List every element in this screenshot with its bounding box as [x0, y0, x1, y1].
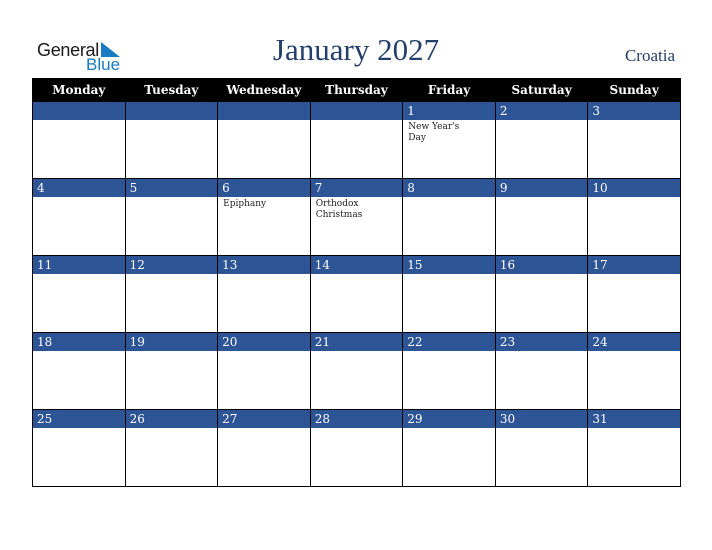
- week-row: 11 12 13 14 15 16 17: [32, 255, 681, 333]
- day-number: 23: [495, 333, 588, 351]
- day-cell: 19: [124, 332, 219, 410]
- day-cell: 12: [124, 255, 219, 333]
- day-number: 8: [403, 179, 495, 197]
- day-number: 6: [218, 179, 310, 197]
- day-cell: 8: [402, 178, 496, 256]
- weekday-header: Tuesday: [124, 78, 219, 102]
- day-number: 7: [310, 179, 403, 197]
- day-cell: 10: [587, 178, 681, 256]
- day-number: [218, 102, 310, 120]
- day-cell: 11: [32, 255, 126, 333]
- day-cell: 31: [587, 409, 681, 487]
- weekday-header: Monday: [32, 78, 126, 102]
- day-number: [125, 102, 218, 120]
- day-cell: 6 Epiphany: [217, 178, 311, 256]
- day-cell: 14: [309, 255, 404, 333]
- holiday-label: Orthodox Christmas: [315, 199, 363, 220]
- day-number: 2: [495, 102, 588, 120]
- day-number: [310, 102, 403, 120]
- weekday-header-row: Monday Tuesday Wednesday Thursday Friday…: [32, 78, 681, 102]
- day-cell: 5: [124, 178, 219, 256]
- empty-day-cell: [309, 101, 404, 179]
- day-number: 30: [495, 410, 588, 428]
- day-cell: 23: [494, 332, 589, 410]
- day-cell: 1 New Year's Day: [402, 101, 496, 179]
- day-number: 31: [588, 410, 680, 428]
- calendar-grid: Monday Tuesday Wednesday Thursday Friday…: [32, 78, 681, 487]
- day-number: 17: [588, 256, 680, 274]
- day-number: 22: [403, 333, 495, 351]
- day-number: [33, 102, 125, 120]
- day-number: 13: [218, 256, 310, 274]
- weekday-header: Saturday: [494, 78, 589, 102]
- day-cell: 2: [494, 101, 589, 179]
- day-cell: 26: [124, 409, 219, 487]
- day-cell: 18: [32, 332, 126, 410]
- day-cell: 28: [309, 409, 404, 487]
- calendar-title: January 2027: [272, 32, 440, 67]
- day-number: 5: [125, 179, 218, 197]
- day-number: 21: [310, 333, 403, 351]
- day-number: 16: [495, 256, 588, 274]
- weekday-header: Wednesday: [217, 78, 311, 102]
- week-row: 4 5 6 Epiphany 7 Orthodox Christmas 8 9 10: [32, 178, 681, 256]
- holiday-label: Epiphany: [223, 199, 267, 209]
- day-cell: 22: [402, 332, 496, 410]
- day-number: 24: [588, 333, 680, 351]
- day-cell: 27: [217, 409, 311, 487]
- day-number: 9: [495, 179, 588, 197]
- day-cell: 21: [309, 332, 404, 410]
- day-number: 15: [403, 256, 495, 274]
- day-number: 28: [310, 410, 403, 428]
- day-cell: 3: [587, 101, 681, 179]
- empty-day-cell: [32, 101, 126, 179]
- day-number: 27: [218, 410, 310, 428]
- weekday-header: Friday: [402, 78, 496, 102]
- day-number: 25: [33, 410, 125, 428]
- day-cell: 7 Orthodox Christmas: [309, 178, 404, 256]
- weekday-header: Sunday: [587, 78, 681, 102]
- day-number: 19: [125, 333, 218, 351]
- country-label: Croatia: [624, 46, 675, 65]
- day-number: 14: [310, 256, 403, 274]
- day-cell: 30: [494, 409, 589, 487]
- day-number: 1: [403, 102, 495, 120]
- empty-day-cell: [217, 101, 311, 179]
- day-number: 3: [588, 102, 680, 120]
- weekday-header: Thursday: [309, 78, 404, 102]
- day-cell: 25: [32, 409, 126, 487]
- day-number: 26: [125, 410, 218, 428]
- day-cell: 29: [402, 409, 496, 487]
- day-cell: 4: [32, 178, 126, 256]
- day-cell: 15: [402, 255, 496, 333]
- empty-day-cell: [124, 101, 219, 179]
- day-number: 10: [588, 179, 680, 197]
- day-cell: 13: [217, 255, 311, 333]
- day-cell: 16: [494, 255, 589, 333]
- day-number: 12: [125, 256, 218, 274]
- holiday-label: New Year's Day: [408, 122, 460, 143]
- week-row: 25 26 27 28 29 30 31: [32, 409, 681, 487]
- day-cell: 9: [494, 178, 589, 256]
- day-cell: 20: [217, 332, 311, 410]
- day-number: 11: [33, 256, 125, 274]
- day-cell: 24: [587, 332, 681, 410]
- day-cell: 17: [587, 255, 681, 333]
- week-row: 1 New Year's Day 2 3: [32, 101, 681, 179]
- week-row: 18 19 20 21 22 23 24: [32, 332, 681, 410]
- day-number: 20: [218, 333, 310, 351]
- day-number: 18: [33, 333, 125, 351]
- day-number: 29: [403, 410, 495, 428]
- day-number: 4: [33, 179, 125, 197]
